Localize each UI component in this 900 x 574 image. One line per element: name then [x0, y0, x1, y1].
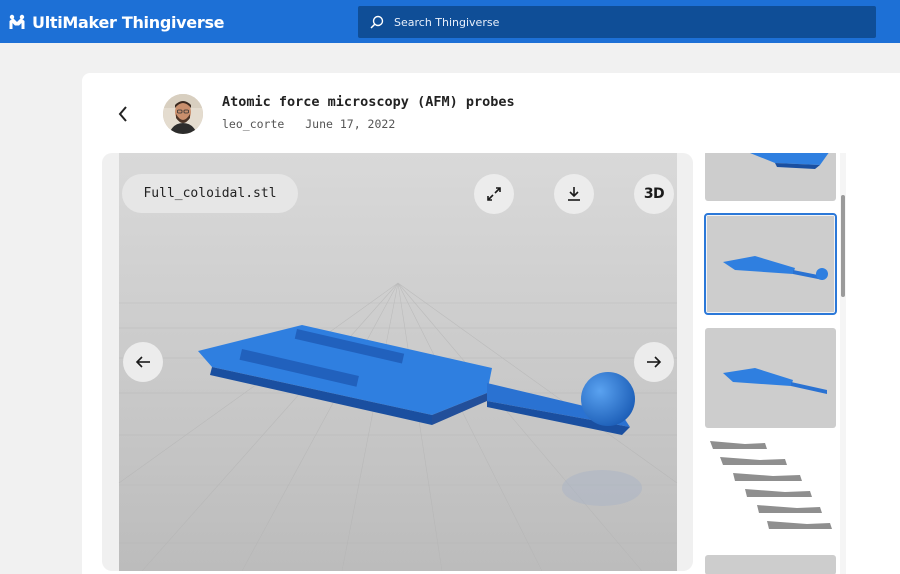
fullscreen-button[interactable] — [474, 174, 514, 214]
top-navigation-bar: UltiMaker Thingiverse — [0, 0, 900, 43]
download-button[interactable] — [554, 174, 594, 214]
next-image-button[interactable] — [634, 342, 674, 382]
thumbnail-strip — [700, 153, 840, 574]
search-icon — [370, 15, 384, 29]
thumbnail-2[interactable] — [704, 213, 837, 315]
thumbnail-image — [705, 441, 836, 541]
back-button[interactable] — [114, 103, 132, 125]
search-input[interactable] — [392, 14, 836, 30]
brand-logo[interactable]: UltiMaker Thingiverse — [8, 11, 225, 33]
publish-date: June 17, 2022 — [305, 117, 396, 131]
thumbnail-image — [705, 328, 836, 428]
model-viewer[interactable] — [102, 153, 693, 571]
scrollbar-thumb[interactable] — [841, 195, 845, 297]
thumbnail-1[interactable] — [705, 153, 836, 201]
author-avatar[interactable] — [163, 94, 203, 134]
thumbnail-image — [705, 153, 836, 201]
thumbnail-4[interactable] — [705, 441, 836, 541]
thumbnail-image — [705, 214, 836, 314]
thumbnail-image — [705, 555, 836, 574]
thumbnail-3[interactable] — [705, 328, 836, 428]
ultimaker-logo-icon — [9, 14, 25, 29]
avatar-photo — [163, 94, 203, 134]
file-name-chip: Full_coloidal.stl — [122, 174, 298, 213]
back-arrow-icon — [118, 106, 127, 122]
thing-meta: leo_corte June 17, 2022 — [222, 117, 395, 131]
prev-arrow-icon — [135, 356, 150, 368]
thumbnail-5[interactable] — [705, 555, 836, 574]
brand-name: UltiMaker Thingiverse — [32, 12, 225, 32]
view-3d-button[interactable]: 3D — [634, 174, 674, 214]
expand-icon — [487, 187, 501, 201]
next-arrow-icon — [647, 356, 662, 368]
author-link[interactable]: leo_corte — [222, 117, 284, 131]
model-render — [102, 153, 693, 571]
download-icon — [568, 187, 580, 201]
thumbnail-scrollbar[interactable] — [840, 153, 846, 574]
thing-title: Atomic force microscopy (AFM) probes — [222, 94, 515, 110]
search-bar[interactable] — [358, 6, 876, 38]
previous-image-button[interactable] — [123, 342, 163, 382]
